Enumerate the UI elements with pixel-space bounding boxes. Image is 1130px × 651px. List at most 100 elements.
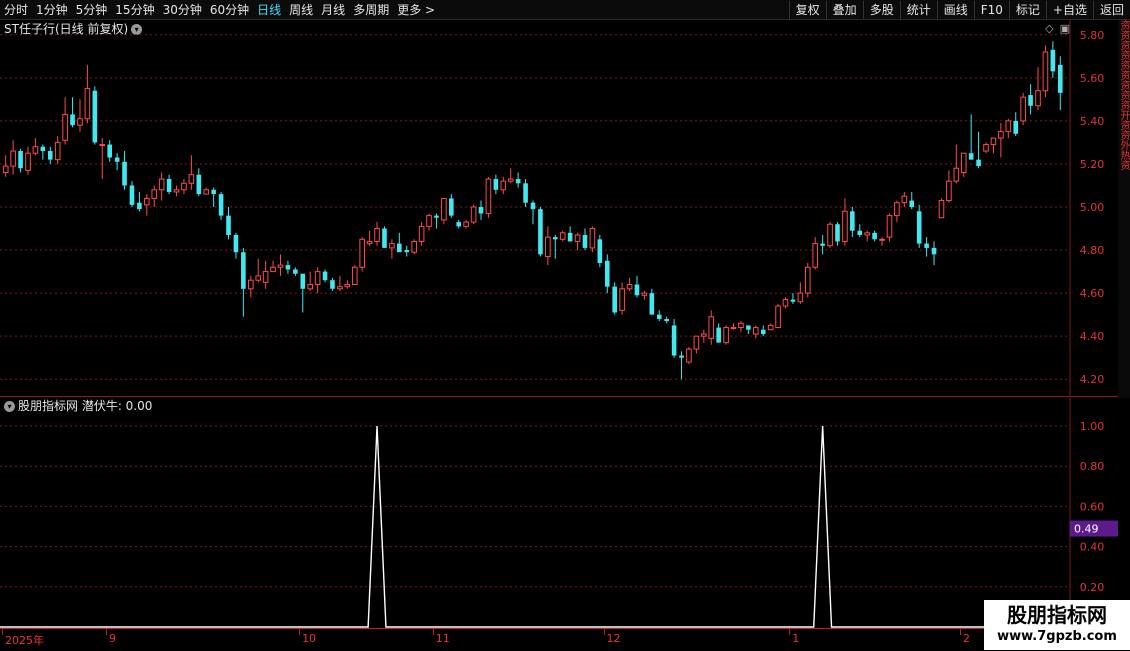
period-tab[interactable]: 30分钟 <box>159 0 206 20</box>
candle-body <box>976 159 981 167</box>
candle-body <box>649 293 655 315</box>
candle-body <box>924 243 929 248</box>
candle-body <box>990 137 997 146</box>
tool-button[interactable]: +自选 <box>1045 0 1093 19</box>
candle-body <box>366 240 373 245</box>
candle-body <box>916 211 922 244</box>
candle-body <box>374 228 380 242</box>
candle-body <box>716 327 721 343</box>
tool-button[interactable]: 返回 <box>1092 0 1130 19</box>
value-tag: 0.49 <box>1074 523 1099 536</box>
candlestick-chart[interactable]: 5.80 5.60 5.40 5.20 5.00 4.80 4.60 4.40 4.20 <box>0 20 1118 396</box>
y-tick-label: 0.60 <box>1080 500 1105 513</box>
x-tick <box>960 629 962 635</box>
tool-button[interactable]: 叠加 <box>825 0 863 19</box>
candle-body <box>32 146 39 154</box>
candle-body <box>233 234 239 253</box>
candle-body <box>1013 120 1019 134</box>
x-axis: 2025年 9 10 11 12 1 2 <box>0 628 1070 651</box>
period-tab[interactable]: 周线 <box>285 0 317 20</box>
x-tick <box>789 629 791 635</box>
candle-body <box>946 180 952 202</box>
indicator-chart[interactable]: 1.00 0.80 0.60 0.40 0.20 0.49 <box>0 398 1118 628</box>
candle-body <box>523 183 528 203</box>
candle-body <box>84 88 91 120</box>
candle-body <box>173 189 180 193</box>
period-tab[interactable]: 15分钟 <box>111 0 158 20</box>
period-tab[interactable]: 更多 > <box>393 0 439 20</box>
tool-button[interactable]: F10 <box>973 0 1009 19</box>
candle-body <box>708 316 715 339</box>
candle-body <box>767 324 774 331</box>
x-tick <box>105 629 107 635</box>
tool-button[interactable]: 多股 <box>862 0 900 19</box>
watermark-url: www.7gpzb.com <box>997 629 1117 644</box>
x-tick <box>299 629 301 635</box>
candle-body <box>1005 120 1012 133</box>
candle-body <box>931 247 937 255</box>
candle-body <box>574 234 581 242</box>
period-tab[interactable]: 分时 <box>0 0 32 20</box>
candle-body <box>597 239 603 263</box>
period-tab[interactable]: 60分钟 <box>206 0 253 20</box>
candle-body <box>137 202 142 210</box>
candle-body <box>277 264 284 268</box>
period-tab[interactable]: 多周期 <box>349 0 393 20</box>
candle-body <box>99 144 106 147</box>
tool-button[interactable]: 复权 <box>788 0 826 19</box>
candle-body <box>62 113 68 141</box>
y-tick-label: 0.20 <box>1080 581 1105 594</box>
candle-body <box>151 189 158 199</box>
tool-button[interactable]: 统计 <box>899 0 937 19</box>
candle-body <box>307 284 314 290</box>
candle-body <box>730 327 737 330</box>
candle-body <box>144 197 150 206</box>
candle-body <box>559 232 566 240</box>
candle-body <box>382 228 387 248</box>
candle-body <box>507 178 514 182</box>
candle-body <box>775 305 781 329</box>
candle-body <box>604 260 610 287</box>
candle-body <box>25 152 31 171</box>
right-info-strip: 资资资资资资资资资开资资外热资 <box>1118 20 1130 398</box>
candle-body <box>351 266 358 286</box>
candle-body <box>626 284 633 290</box>
candle-body <box>983 144 989 152</box>
candle-body <box>418 225 425 242</box>
watermark-logo: 股朋指标网 www.7gpzb.com <box>984 600 1130 650</box>
candle-body <box>901 195 908 204</box>
tool-button[interactable]: 画线 <box>936 0 974 19</box>
period-tab[interactable]: 日线 <box>253 0 285 20</box>
y-tick-label: 4.80 <box>1080 244 1105 257</box>
y-tick-label: 4.40 <box>1080 330 1105 343</box>
y-tick-label: 1.00 <box>1080 420 1105 433</box>
candle-body <box>746 325 751 330</box>
candle-body <box>493 179 499 190</box>
period-tabs: 分时 1分钟 5分钟 15分钟 30分钟 60分钟 日线 周线 月线 多周期 更多 > <box>0 0 439 20</box>
tool-button[interactable]: 标记 <box>1008 0 1046 19</box>
candle-body <box>181 182 187 191</box>
x-tick <box>432 629 434 635</box>
candle-body <box>285 265 291 270</box>
panel-divider <box>0 396 1118 397</box>
candle-body <box>835 224 840 242</box>
candle-body <box>820 243 825 246</box>
candle-body <box>567 232 573 242</box>
period-tab[interactable]: 1分钟 <box>32 0 72 20</box>
candle-body <box>1050 49 1056 72</box>
toolbar: 分时 1分钟 5分钟 15分钟 30分钟 60分钟 日线 周线 月线 多周期 更多 > 复权 叠加 多股… <box>0 0 1130 20</box>
y-tick-label: 5.40 <box>1080 115 1105 128</box>
candle-body <box>441 197 447 221</box>
period-tab[interactable]: 月线 <box>317 0 349 20</box>
period-tab[interactable]: 5分钟 <box>72 0 112 20</box>
candle-body <box>434 215 439 218</box>
candle-body <box>70 114 75 126</box>
candle-body <box>322 271 328 281</box>
candle-body <box>188 174 195 184</box>
candle-body <box>404 250 410 253</box>
candle-body <box>337 286 343 290</box>
candle-body <box>247 279 254 290</box>
candle-body <box>40 146 46 152</box>
x-tick-label: 12 <box>606 632 621 645</box>
candle-body <box>723 327 729 344</box>
